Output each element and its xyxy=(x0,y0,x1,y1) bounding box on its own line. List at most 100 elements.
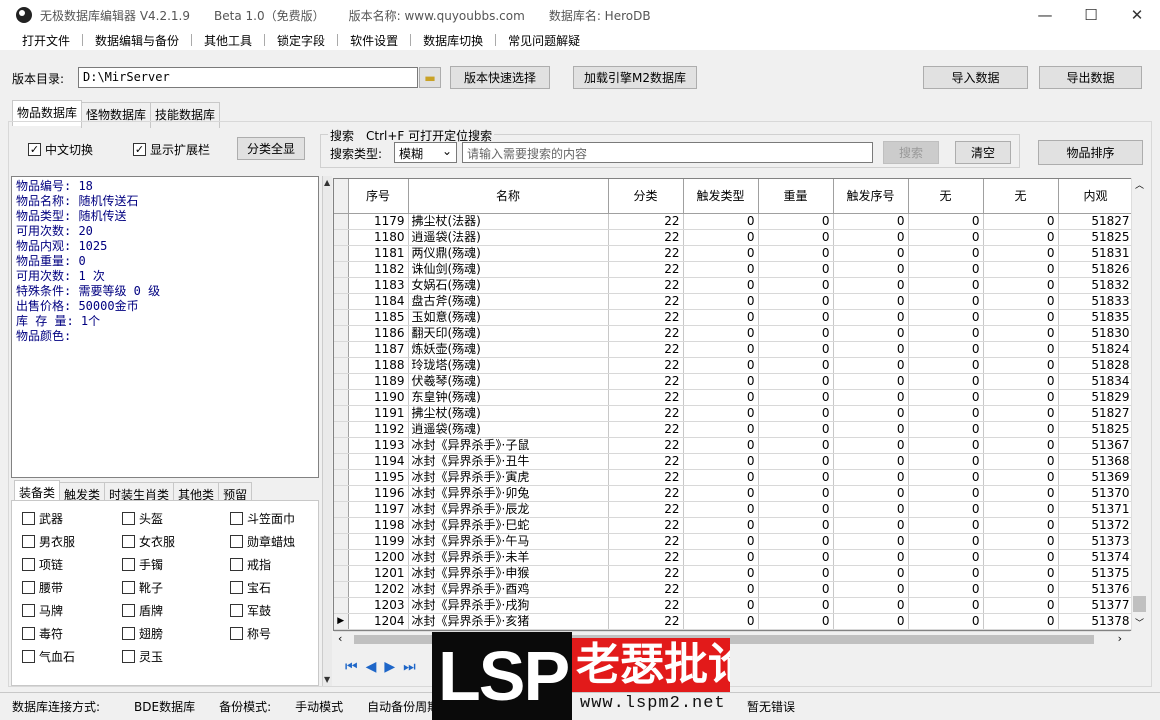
table-cell[interactable]: 51826 xyxy=(1058,261,1134,278)
col-header-id[interactable]: 序号 xyxy=(348,179,409,214)
table-row[interactable]: 1199 冰封《异界杀手》·午马 22 0 0 0 0 0 51373 xyxy=(334,533,1134,550)
table-cell[interactable]: 0 xyxy=(833,533,909,550)
table-cell[interactable]: 51830 xyxy=(1058,325,1134,342)
table-cell[interactable]: 0 xyxy=(908,245,984,262)
table-cell[interactable]: 51833 xyxy=(1058,293,1134,310)
table-cell[interactable]: 22 xyxy=(608,325,684,342)
table-cell[interactable]: 0 xyxy=(683,261,759,278)
table-cell[interactable]: 诛仙剑(殇魂) xyxy=(408,261,609,278)
table-cell[interactable]: 0 xyxy=(683,533,759,550)
table-cell[interactable]: 冰封《异界杀手》·巳蛇 xyxy=(408,517,609,534)
close-button[interactable]: ✕ xyxy=(1114,0,1160,30)
category-checkbox[interactable]: 军鼓 xyxy=(230,602,271,619)
table-cell[interactable]: 0 xyxy=(983,261,1059,278)
table-cell[interactable]: 0 xyxy=(758,469,834,486)
table-cell[interactable]: 0 xyxy=(983,309,1059,326)
table-cell[interactable]: 0 xyxy=(758,453,834,470)
table-cell[interactable]: 冰封《异界杀手》·卯兔 xyxy=(408,485,609,502)
table-cell[interactable]: 0 xyxy=(758,389,834,406)
table-cell[interactable]: 两仪鼎(殇魂) xyxy=(408,245,609,262)
table-row[interactable]: 1197 冰封《异界杀手》·辰龙 22 0 0 0 0 0 51371 xyxy=(334,501,1134,518)
table-cell[interactable]: 0 xyxy=(983,357,1059,374)
table-cell[interactable]: 0 xyxy=(833,373,909,390)
table-row[interactable]: 1195 冰封《异界杀手》·寅虎 22 0 0 0 0 0 51369 xyxy=(334,469,1134,486)
table-cell[interactable]: 0 xyxy=(983,277,1059,294)
table-cell[interactable]: 0 xyxy=(683,437,759,454)
table-cell[interactable]: 伏羲琴(殇魂) xyxy=(408,373,609,390)
category-checkbox[interactable]: 靴子 xyxy=(122,579,163,596)
table-cell[interactable]: 0 xyxy=(983,325,1059,342)
table-cell[interactable]: 0 xyxy=(908,581,984,598)
table-cell[interactable]: 0 xyxy=(758,613,834,630)
table-row[interactable]: 1187 炼妖壶(殇魂) 22 0 0 0 0 0 51824 xyxy=(334,341,1134,358)
table-cell[interactable]: 0 xyxy=(833,229,909,246)
category-checkbox[interactable]: 斗笠面巾 xyxy=(230,510,295,527)
table-cell[interactable]: 0 xyxy=(983,453,1059,470)
table-cell[interactable]: 0 xyxy=(683,389,759,406)
table-cell[interactable]: 0 xyxy=(833,469,909,486)
category-checkbox[interactable]: 灵玉 xyxy=(122,648,163,665)
table-cell[interactable]: 51378 xyxy=(1058,613,1134,630)
menu-faq[interactable]: 常见问题解疑 xyxy=(500,32,588,49)
table-row[interactable]: 1183 女娲石(殇魂) 22 0 0 0 0 0 51832 xyxy=(334,277,1134,294)
table-cell[interactable]: 51371 xyxy=(1058,501,1134,518)
table-cell[interactable]: 1183 xyxy=(348,277,409,294)
search-type-select[interactable]: 模糊 ⌄ xyxy=(394,142,457,163)
table-cell[interactable]: 1191 xyxy=(348,405,409,422)
row-indicator[interactable] xyxy=(334,517,349,534)
table-cell[interactable]: 0 xyxy=(758,357,834,374)
table-cell[interactable]: 0 xyxy=(683,469,759,486)
table-cell[interactable]: 0 xyxy=(983,229,1059,246)
table-row[interactable]: 1184 盘古斧(殇魂) 22 0 0 0 0 0 51833 xyxy=(334,293,1134,310)
table-cell[interactable]: 0 xyxy=(983,245,1059,262)
table-cell[interactable]: 0 xyxy=(758,277,834,294)
row-indicator[interactable] xyxy=(334,581,349,598)
table-cell[interactable]: 0 xyxy=(908,613,984,630)
row-indicator[interactable] xyxy=(334,277,349,294)
table-cell[interactable]: 0 xyxy=(758,549,834,566)
table-cell[interactable]: 冰封《异界杀手》·午马 xyxy=(408,533,609,550)
table-cell[interactable]: 0 xyxy=(683,581,759,598)
table-cell[interactable]: 0 xyxy=(683,565,759,582)
table-row[interactable]: 1188 玲珑塔(殇魂) 22 0 0 0 0 0 51828 xyxy=(334,357,1134,374)
table-cell[interactable]: 1204 xyxy=(348,613,409,630)
table-cell[interactable]: 1186 xyxy=(348,325,409,342)
table-cell[interactable]: 0 xyxy=(983,213,1059,230)
sort-button[interactable]: 物品排序 xyxy=(1038,140,1143,165)
row-indicator[interactable] xyxy=(334,261,349,278)
table-cell[interactable]: 0 xyxy=(983,613,1059,630)
table-cell[interactable]: 22 xyxy=(608,389,684,406)
scroll-thumb[interactable] xyxy=(1133,596,1146,612)
table-cell[interactable]: 0 xyxy=(983,469,1059,486)
table-cell[interactable]: 1200 xyxy=(348,549,409,566)
table-cell[interactable]: 0 xyxy=(758,421,834,438)
menu-settings[interactable]: 软件设置 xyxy=(342,32,406,49)
category-checkbox[interactable]: 头盔 xyxy=(122,510,163,527)
table-cell[interactable]: 22 xyxy=(608,469,684,486)
table-cell[interactable]: 0 xyxy=(683,229,759,246)
table-cell[interactable]: 51370 xyxy=(1058,485,1134,502)
table-cell[interactable]: 冰封《异界杀手》·未羊 xyxy=(408,549,609,566)
table-cell[interactable]: 0 xyxy=(683,405,759,422)
table-cell[interactable]: 1187 xyxy=(348,341,409,358)
table-cell[interactable]: 0 xyxy=(758,213,834,230)
table-cell[interactable]: 0 xyxy=(758,501,834,518)
table-cell[interactable]: 22 xyxy=(608,565,684,582)
table-row[interactable]: 1196 冰封《异界杀手》·卯兔 22 0 0 0 0 0 51370 xyxy=(334,485,1134,502)
row-indicator[interactable] xyxy=(334,357,349,374)
table-cell[interactable]: 0 xyxy=(983,373,1059,390)
col-header-category[interactable]: 分类 xyxy=(608,179,684,214)
table-cell[interactable]: 1181 xyxy=(348,245,409,262)
table-cell[interactable]: 0 xyxy=(758,309,834,326)
table-cell[interactable]: 0 xyxy=(908,341,984,358)
table-cell[interactable]: 0 xyxy=(833,357,909,374)
table-cell[interactable]: 0 xyxy=(908,421,984,438)
category-checkbox[interactable]: 手镯 xyxy=(122,556,163,573)
table-cell[interactable]: 0 xyxy=(833,213,909,230)
table-cell[interactable]: 0 xyxy=(983,517,1059,534)
table-cell[interactable]: 翻天印(殇魂) xyxy=(408,325,609,342)
table-cell[interactable]: 0 xyxy=(833,293,909,310)
table-cell[interactable]: 0 xyxy=(908,389,984,406)
table-cell[interactable]: 0 xyxy=(833,277,909,294)
table-cell[interactable]: 冰封《异界杀手》·寅虎 xyxy=(408,469,609,486)
